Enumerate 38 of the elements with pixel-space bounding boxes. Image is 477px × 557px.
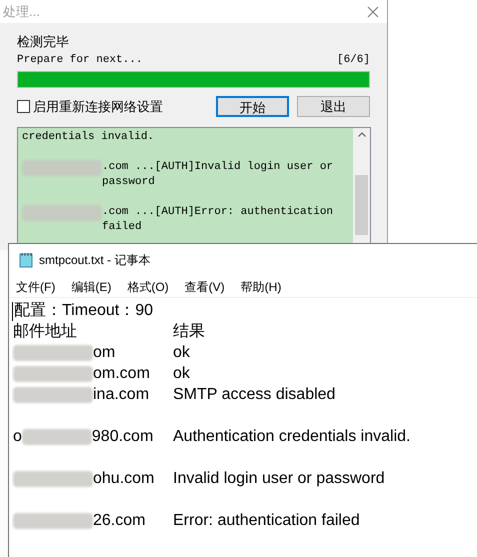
notepad-icon (19, 252, 33, 268)
menu-item[interactable]: 格式(O) (127, 278, 169, 296)
column-header: 结果 (173, 322, 205, 342)
menu-item[interactable]: 文件(F) (16, 278, 56, 296)
address-text: ohu.com (93, 469, 154, 489)
progress-count: [6/6] (336, 53, 370, 67)
address-text: o (13, 427, 22, 447)
result-text: Error: authentication failed (173, 511, 360, 531)
scrollbar[interactable] (353, 128, 370, 246)
log-line: .com ...[AUTH]Error: authentication failed (102, 205, 334, 235)
menu-item[interactable]: 帮助(H) (240, 278, 282, 296)
dialog-button[interactable]: 退出 (297, 96, 370, 117)
log-line: .com ...[AUTH]Invalid login user or password (102, 160, 334, 190)
result-text: Authentication credentials invalid. (173, 427, 410, 447)
redaction-blur (22, 428, 92, 444)
address-text: om (93, 343, 116, 363)
result-text: SMTP access disabled (173, 385, 336, 405)
result-text: ok (173, 364, 190, 384)
menu-item[interactable]: 查看(V) (184, 278, 225, 296)
status-text: 检测完毕 (17, 33, 70, 51)
window-title: smtpcout.txt - 记事本 (39, 252, 150, 269)
address-text: 26.com (93, 511, 146, 531)
log-line: credentials invalid. (22, 130, 156, 145)
column-header: 邮件地址 (13, 322, 78, 342)
address-text: 980.com (92, 427, 154, 447)
text-caret (12, 302, 13, 321)
menu-item[interactable]: 编辑(E) (71, 278, 112, 296)
result-text: Invalid login user or password (173, 469, 385, 489)
address-text: om.com (93, 364, 150, 384)
config-line: 配置：Timeout：90 (14, 301, 153, 321)
progress-text: Prepare for next... (17, 53, 142, 67)
dialog-button[interactable]: 开始 (216, 96, 289, 117)
scroll-up-icon[interactable] (358, 132, 366, 137)
close-icon[interactable] (367, 6, 379, 18)
window-title: 处理... (3, 2, 40, 21)
reconnect-checkbox[interactable]: 启用重新连接网络设置 (17, 96, 216, 116)
result-text: ok (173, 343, 190, 363)
address-text: ina.com (93, 385, 150, 405)
